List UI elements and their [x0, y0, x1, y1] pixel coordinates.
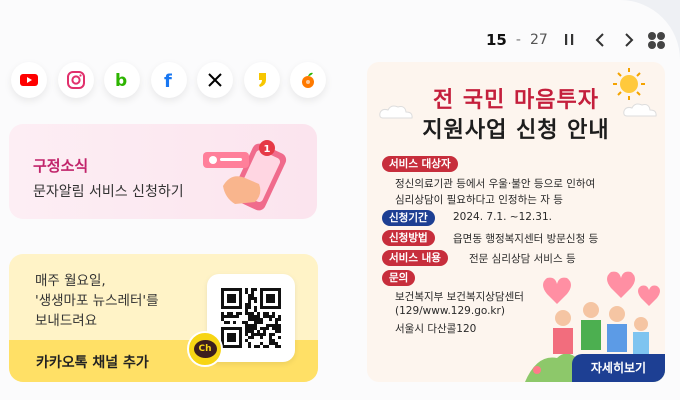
period-text: 2024. 7.1. ~12.31.: [453, 211, 552, 223]
svg-text:b: b: [115, 71, 127, 89]
period-tag: 신청기간: [382, 210, 435, 226]
instagram-link[interactable]: [57, 62, 94, 98]
notification-badge: 1: [264, 144, 271, 155]
pager-total: 27: [529, 32, 548, 48]
news-card-subtitle: 문자알림 서비스 신청하기: [33, 184, 184, 200]
content-tag: 서비스 내용: [382, 250, 448, 266]
facebook-icon: f: [164, 71, 172, 89]
banner-pager: 15 - 27: [486, 28, 548, 52]
gallery-icon: [302, 72, 314, 88]
pause-icon: [565, 34, 574, 45]
contact-tag: 문의: [382, 270, 416, 286]
target-text-2: 심리상담이 필요하다고 인정하는 자 등: [395, 194, 563, 206]
newsletter-line2: '생생마포 뉴스레터'를: [35, 293, 159, 309]
contact-text-2: (129/www.129.go.kr): [395, 305, 505, 317]
kakaostory-icon: [258, 73, 266, 87]
blog-link[interactable]: b: [104, 62, 140, 98]
instagram-icon: [66, 71, 85, 89]
kakaostory-link[interactable]: [243, 62, 280, 98]
chevron-right-icon: [625, 33, 634, 47]
youtube-link[interactable]: [11, 62, 47, 98]
promo-banner[interactable]: 전 국민 마음투자 지원사업 신청 안내 서비스 대상자 정신의료기관 등에서 …: [367, 62, 665, 382]
next-button[interactable]: [618, 28, 640, 52]
facebook-link[interactable]: f: [150, 62, 187, 98]
contact-text-1: 보건복지부 보건복지상담센터: [395, 291, 524, 303]
newsletter-line3: 보내드려요: [35, 313, 98, 329]
gallery-link[interactable]: [290, 62, 326, 98]
youtube-icon: [20, 74, 38, 86]
banner-title-line1: 전 국민 마음투자: [433, 88, 599, 113]
more-details-button[interactable]: 자세히보기: [572, 354, 665, 382]
newsletter-text: 매주 월요일, '생생마포 뉴스레터'를 보내드려요: [35, 271, 159, 331]
grid-icon: [648, 32, 665, 49]
ch-label: Ch: [193, 340, 217, 358]
news-card-title: 구정소식: [33, 157, 89, 175]
target-text-1: 정신의료기관 등에서 우울·불안 등으로 인하여: [395, 178, 596, 190]
target-tag: 서비스 대상자: [382, 156, 458, 172]
kakao-channel-icon: Ch: [187, 331, 223, 367]
svg-text:f: f: [164, 71, 172, 89]
phone-notification-icon: 1: [203, 140, 287, 211]
method-tag: 신청방법: [382, 230, 435, 246]
district-news-card[interactable]: 구정소식 문자알림 서비스 신청하기 1: [9, 124, 317, 219]
x-icon: [208, 73, 222, 87]
qr-code-image: [221, 288, 281, 348]
pager-separator: -: [515, 32, 521, 48]
kakao-channel-label: 카카오톡 채널 추가: [36, 355, 149, 371]
banner-title-line2: 지원사업 신청 안내: [422, 118, 610, 143]
social-links: b f: [11, 62, 337, 98]
chevron-left-icon: [595, 33, 604, 47]
pager-current: 15: [486, 31, 507, 49]
prev-button[interactable]: [590, 28, 612, 52]
newsletter-line1: 매주 월요일,: [35, 273, 106, 289]
view-all-button[interactable]: [646, 28, 668, 52]
pause-button[interactable]: [560, 28, 582, 52]
method-text: 읍면동 행정복지센터 방문신청 등: [453, 233, 599, 245]
blog-icon: b: [115, 71, 127, 89]
contact-text-3: 서울시 다산콜120: [395, 323, 477, 335]
x-link[interactable]: [197, 62, 233, 98]
newsletter-card: 매주 월요일, '생생마포 뉴스레터'를 보내드려요 카카오톡 채널 추가 Ch: [9, 254, 318, 382]
